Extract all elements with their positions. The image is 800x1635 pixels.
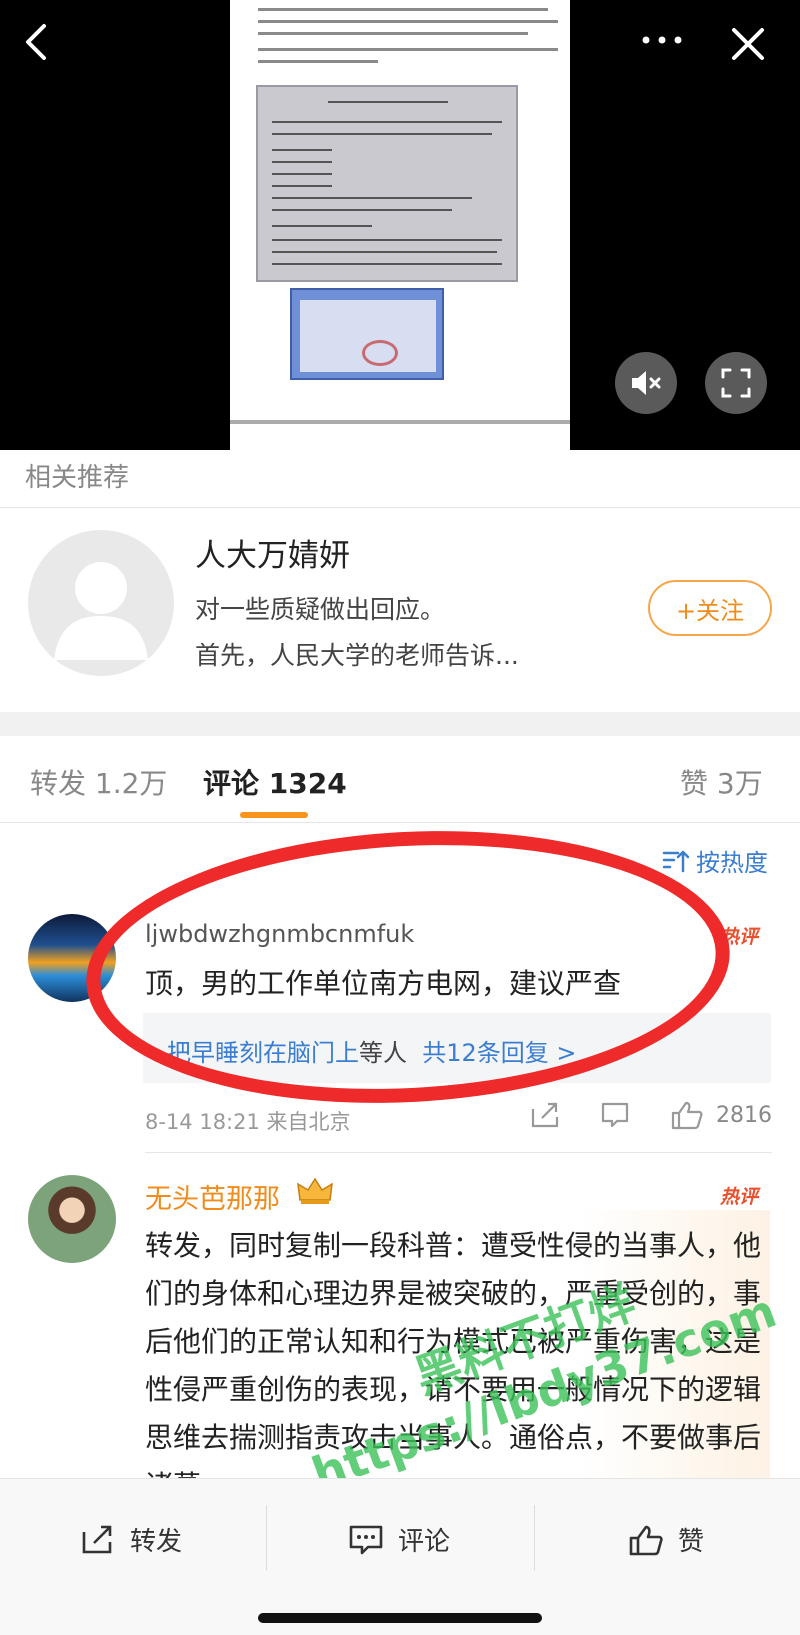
repost-button[interactable]: 转发 (80, 1521, 182, 1558)
bottom-action-bar: 转发 评论 赞 (0, 1478, 800, 1635)
recommended-snippet-line1: 对一些质疑做出回应。 (195, 595, 446, 624)
comment-icon (349, 1525, 383, 1554)
like-label: 赞 (678, 1527, 705, 1557)
follow-button[interactable]: +关注 (648, 580, 772, 636)
fullscreen-icon[interactable] (705, 352, 767, 414)
recommended-snippet-line2: 首先，人民大学的老师告诉... (195, 641, 519, 670)
avatar[interactable] (28, 914, 116, 1002)
reply-connector: 等人 (359, 1039, 407, 1067)
report-photo (256, 85, 518, 282)
recommended-user-name[interactable]: 人大万婧妍 (195, 530, 350, 575)
like-count: 2816 (716, 1102, 772, 1128)
avatar[interactable] (28, 1175, 116, 1263)
hot-comment-badge: 热评 (720, 1186, 759, 1208)
comment-username[interactable]: ljwbdwzhgnmbcnmfuk (145, 920, 414, 948)
certificate-photo (290, 288, 444, 380)
comment-text: 顶，男的工作单位南方电网，建议严查 (145, 967, 622, 1000)
section-divider (0, 712, 800, 736)
share-icon[interactable] (530, 1101, 560, 1129)
tab-comments[interactable]: 评论 1324 (203, 762, 347, 802)
related-label: 相关推荐 (25, 463, 130, 493)
like-button[interactable]: 赞 (628, 1521, 704, 1558)
hot-comment-badge: 热评 (720, 926, 759, 948)
comment-meta: 8-14 18:21 来自北京 (145, 1110, 351, 1134)
comment-text: 转发，同时复制一段科普：遭受性侵的当事人，他们的身体和心理边界是被突破的，严重受… (145, 1229, 762, 1502)
reply-count-link[interactable]: 共12条回复 > (422, 1039, 576, 1067)
crown-icon (296, 1176, 334, 1210)
document-image (230, 0, 570, 450)
mute-icon[interactable] (615, 352, 677, 414)
back-icon[interactable] (18, 22, 58, 62)
tab-likes[interactable]: 赞 3万 (680, 762, 763, 802)
comment-username[interactable]: 无头芭那那 (145, 1177, 280, 1216)
sort-label: 按热度 (696, 849, 768, 877)
comment-actions: 2816 (530, 1100, 772, 1130)
avatar[interactable] (28, 530, 174, 676)
sort-by-heat-button[interactable]: 按热度 (662, 843, 768, 878)
comment-button[interactable]: 评论 (348, 1521, 450, 1558)
close-icon[interactable] (728, 24, 768, 64)
replies-preview[interactable]: 把早睡刻在脑门上等人 共12条回复 > (143, 1013, 771, 1083)
comment-icon[interactable] (600, 1101, 630, 1129)
media-viewer[interactable] (0, 0, 800, 450)
share-icon (82, 1525, 112, 1553)
tab-repost[interactable]: 转发 1.2万 (30, 762, 167, 802)
reply-usernames[interactable]: 把早睡刻在脑门上 (167, 1039, 359, 1067)
comment-label: 评论 (398, 1527, 451, 1557)
home-indicator (258, 1613, 542, 1623)
sort-icon (662, 850, 690, 872)
repost-label: 转发 (130, 1527, 183, 1557)
like-icon (629, 1525, 663, 1555)
active-tab-indicator (240, 812, 308, 818)
more-icon[interactable] (640, 30, 684, 50)
like-icon[interactable] (670, 1100, 704, 1130)
